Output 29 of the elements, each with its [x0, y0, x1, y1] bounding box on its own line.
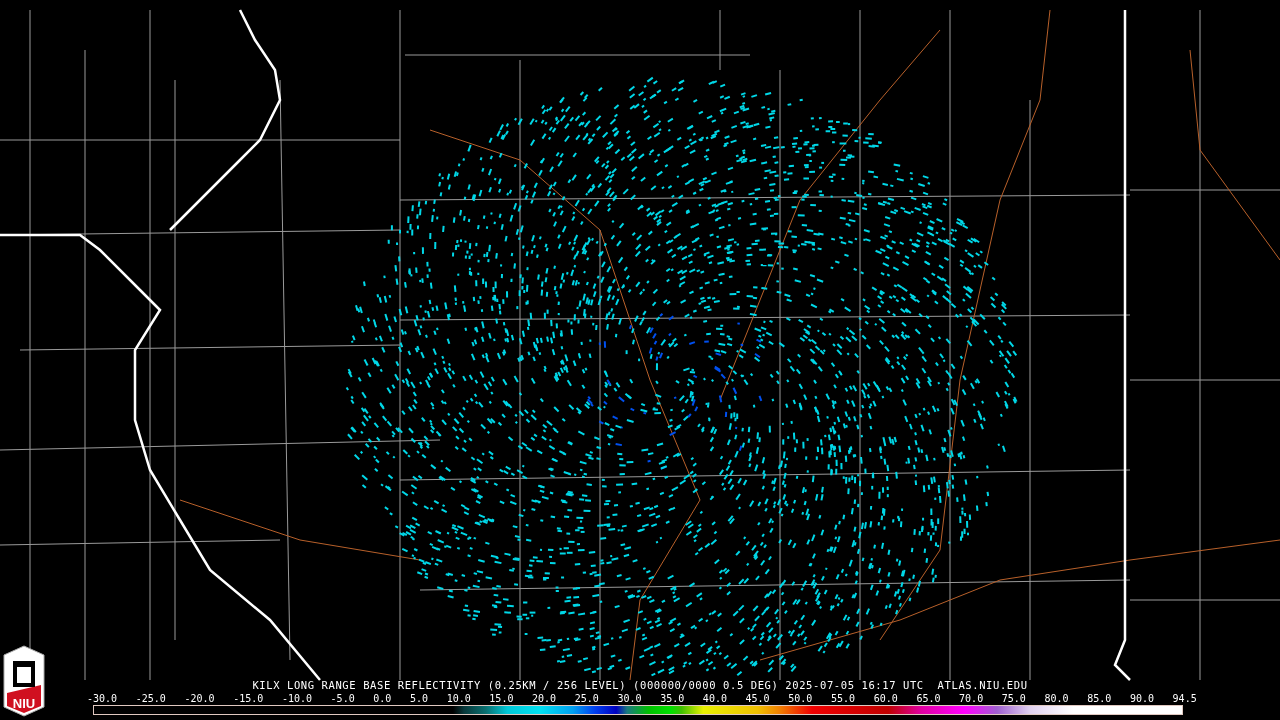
scale-label: 70.0 — [959, 692, 984, 705]
scale-label: 35.0 — [660, 692, 685, 705]
scale-label: 80.0 — [1044, 692, 1069, 705]
scale-label: 85.0 — [1087, 692, 1112, 705]
scale-label: 5.0 — [409, 692, 429, 705]
scale-label: 10.0 — [446, 692, 471, 705]
logo-text: NIU — [11, 696, 37, 711]
scale-label: -10.0 — [281, 692, 312, 705]
scale-label: 94.5 — [1172, 692, 1197, 705]
scale-label: -25.0 — [135, 692, 166, 705]
scale-label: 55.0 — [830, 692, 856, 705]
scale-label: 30.0 — [617, 692, 642, 705]
product-title: KILX LONG RANGE BASE REFLECTIVITY (0.25KM / 256 LEVEL) (000000/0000 0.5 DEG) 2025-07-05 16:17 UTC ATLAS.NIU.EDU — [252, 678, 1028, 692]
scale-label: 60.0 — [873, 692, 898, 705]
scale-label: 20.0 — [532, 692, 557, 705]
scale-label: -20.0 — [184, 692, 215, 705]
scale-label: 50.0 — [788, 692, 813, 705]
scale-label: -30.0 — [87, 692, 118, 705]
scale-label: 65.0 — [916, 692, 941, 705]
scale-label: 0.0 — [373, 692, 392, 705]
scale-label: 25.0 — [574, 692, 599, 705]
scale-label: -15.0 — [233, 692, 264, 705]
scale-label: -5.0 — [330, 692, 355, 705]
scale-label: 40.0 — [702, 692, 727, 705]
shield-logo-icon — [3, 645, 45, 717]
scale-label: 75.0 — [1001, 692, 1026, 705]
scale-label: 45.0 — [745, 692, 770, 705]
scale-label: 15.0 — [489, 692, 514, 705]
scale-label: 90.0 — [1129, 692, 1154, 705]
